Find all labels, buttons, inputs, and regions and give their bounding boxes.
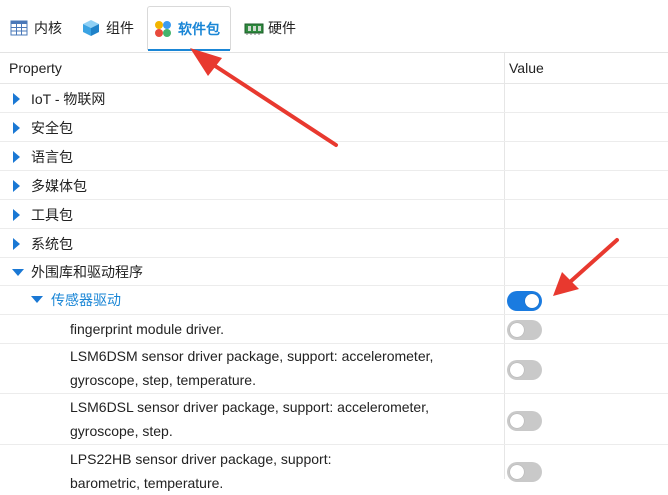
annotation-arrows xyxy=(190,48,619,296)
annotation-arrow-tab xyxy=(190,48,338,147)
annotation-arrow-toggle xyxy=(553,238,619,296)
